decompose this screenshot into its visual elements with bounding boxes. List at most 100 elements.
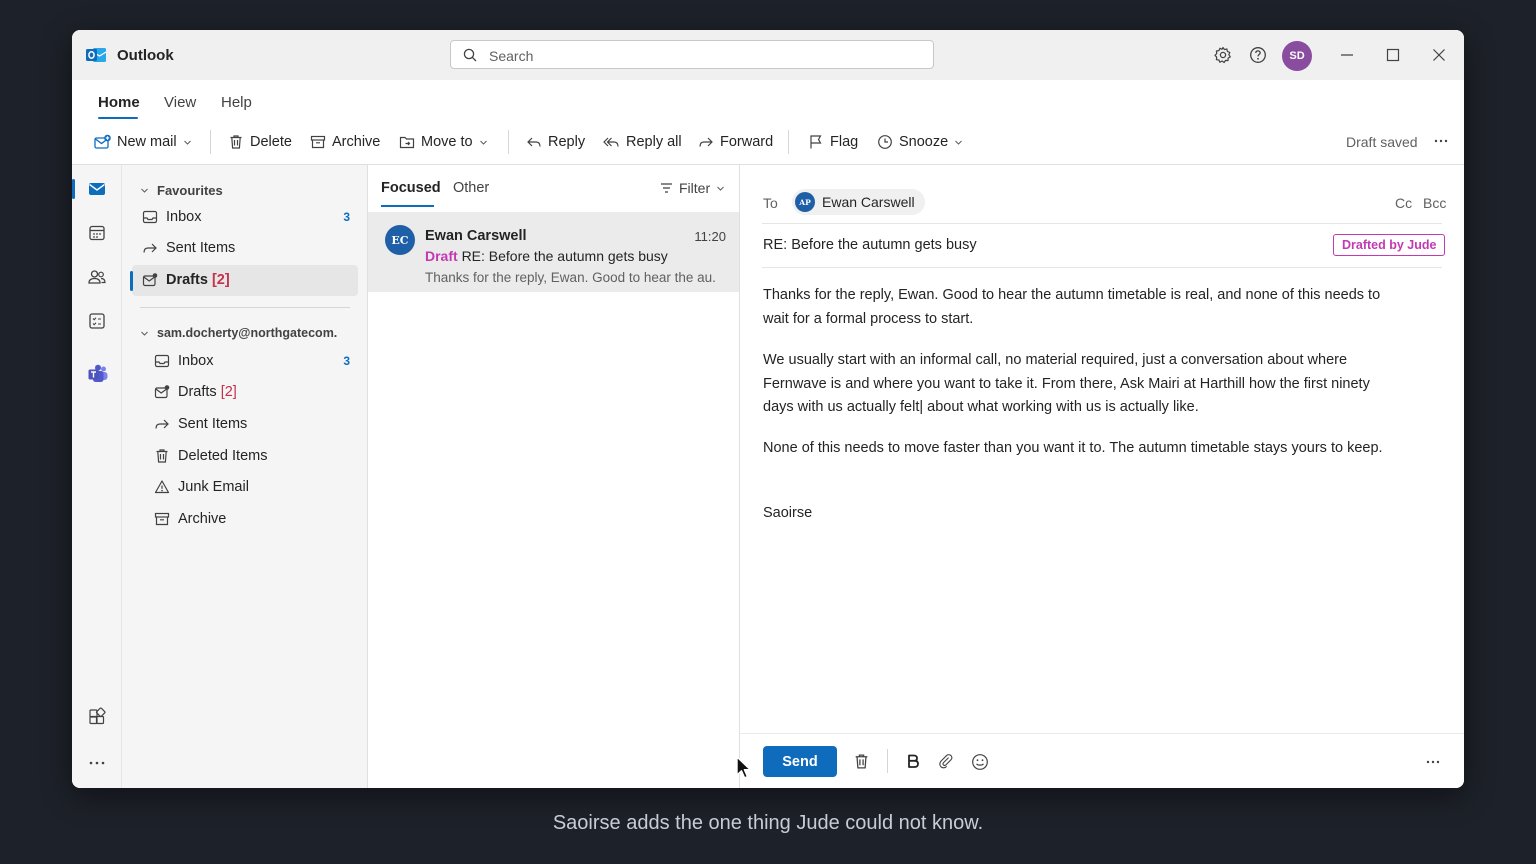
folder-label: Junk Email bbox=[178, 479, 249, 495]
search-input[interactable] bbox=[487, 45, 911, 67]
unread-count: 3 bbox=[343, 210, 350, 224]
reply-button[interactable]: Reply bbox=[526, 132, 585, 152]
draft-tag: Draft bbox=[425, 248, 458, 264]
tab-other[interactable]: Other bbox=[453, 180, 489, 196]
chevron-down-icon bbox=[141, 188, 148, 193]
mouse-pointer-icon bbox=[736, 756, 752, 780]
toolbar-divider bbox=[788, 130, 789, 154]
account-deleted-items[interactable]: Deleted Items bbox=[132, 441, 358, 472]
body-paragraph[interactable]: None of this needs to move faster than y… bbox=[763, 437, 1393, 461]
favourites-header[interactable]: Favourites bbox=[140, 183, 223, 198]
to-label[interactable]: To bbox=[763, 195, 778, 211]
body-signature[interactable]: Saoirse bbox=[763, 502, 1393, 526]
chevron-down-icon[interactable] bbox=[954, 138, 963, 147]
reply-all-label: Reply all bbox=[626, 134, 682, 150]
flag-icon bbox=[810, 135, 822, 149]
toolbar-divider bbox=[508, 130, 509, 154]
close-icon[interactable] bbox=[1430, 46, 1448, 64]
send-button[interactable]: Send bbox=[763, 746, 837, 777]
folder-label: Inbox bbox=[166, 209, 202, 225]
message-list-item[interactable]: EC Ewan Carswell 11:20 Draft RE: Before … bbox=[368, 212, 739, 292]
focused-tab-indicator bbox=[381, 205, 434, 207]
account-inbox[interactable]: Inbox 3 bbox=[132, 346, 358, 377]
move-to-button[interactable]: Move to bbox=[399, 132, 488, 152]
mail-icon[interactable] bbox=[87, 179, 107, 199]
message-time: 11:20 bbox=[694, 229, 726, 244]
filter-button[interactable]: Filter bbox=[660, 180, 725, 196]
tab-home[interactable]: Home bbox=[98, 94, 140, 111]
forward-button[interactable]: Forward bbox=[698, 132, 773, 152]
forward-icon bbox=[699, 137, 713, 147]
account-drafts[interactable]: Drafts [2] bbox=[132, 377, 358, 408]
folder-label: Sent Items bbox=[178, 416, 248, 432]
move-folder-icon bbox=[399, 136, 415, 149]
snooze-button[interactable]: Snooze bbox=[877, 132, 963, 152]
recipient-chip[interactable]: AP Ewan Carswell bbox=[792, 189, 925, 215]
folder-label: Drafts [2] bbox=[166, 272, 230, 288]
more-apps-icon[interactable] bbox=[87, 753, 107, 773]
discard-trash-icon[interactable] bbox=[853, 753, 870, 770]
folder-divider bbox=[140, 307, 350, 308]
people-icon[interactable] bbox=[87, 267, 107, 287]
chevron-down-icon bbox=[141, 331, 148, 336]
help-question-icon[interactable] bbox=[1249, 46, 1267, 64]
attach-paperclip-icon[interactable] bbox=[938, 753, 955, 770]
favourites-label: Favourites bbox=[157, 183, 223, 198]
outlook-logo-icon bbox=[86, 46, 106, 64]
sent-icon bbox=[154, 416, 170, 432]
ribbon-toolbar: New mail Delete Archive Move to Reply Re… bbox=[72, 122, 1464, 162]
search-box[interactable] bbox=[450, 40, 934, 69]
compose-toolbar-separator bbox=[887, 749, 888, 773]
search-icon bbox=[463, 48, 477, 62]
emoji-icon[interactable] bbox=[971, 753, 989, 771]
favourites-drafts[interactable]: Drafts [2] bbox=[130, 265, 358, 296]
body-paragraph[interactable]: We usually start with an informal call, … bbox=[763, 349, 1393, 420]
outlook-window: Outlook SD Home View Help bbox=[72, 30, 1464, 788]
drafts-icon bbox=[154, 384, 170, 400]
new-mail-icon bbox=[94, 134, 111, 149]
account-archive[interactable]: Archive bbox=[132, 504, 358, 535]
filter-label: Filter bbox=[679, 180, 711, 196]
new-mail-button[interactable]: New mail bbox=[94, 132, 192, 152]
bcc-button[interactable]: Bcc bbox=[1423, 195, 1446, 211]
flag-label: Flag bbox=[830, 134, 859, 150]
reply-all-button[interactable]: Reply all bbox=[603, 132, 682, 152]
bold-icon[interactable] bbox=[905, 753, 921, 770]
teams-icon[interactable] bbox=[87, 363, 108, 383]
compose-more-icon[interactable] bbox=[1426, 757, 1440, 767]
account-junk-email[interactable]: Junk Email bbox=[132, 472, 358, 503]
delete-button[interactable]: Delete bbox=[228, 132, 292, 152]
recipient-name: Ewan Carswell bbox=[822, 194, 915, 210]
account-sent-items[interactable]: Sent Items bbox=[132, 409, 358, 440]
user-avatar[interactable]: SD bbox=[1282, 41, 1312, 71]
drafts-label: Drafts bbox=[178, 384, 217, 400]
more-options-icon[interactable] bbox=[1434, 134, 1448, 148]
snooze-label: Snooze bbox=[899, 134, 949, 150]
subject-field[interactable]: RE: Before the autumn gets busy bbox=[763, 237, 977, 253]
tasks-icon[interactable] bbox=[87, 311, 107, 331]
tab-view[interactable]: View bbox=[164, 94, 196, 111]
delete-label: Delete bbox=[250, 134, 292, 150]
cc-button[interactable]: Cc bbox=[1395, 195, 1412, 211]
to-divider bbox=[762, 223, 1442, 224]
sender-avatar: EC bbox=[385, 225, 415, 255]
move-to-label: Move to bbox=[421, 134, 473, 150]
minimize-icon[interactable] bbox=[1338, 46, 1356, 64]
maximize-icon[interactable] bbox=[1384, 46, 1402, 64]
body-paragraph[interactable]: Thanks for the reply, Ewan. Good to hear… bbox=[763, 284, 1393, 331]
apps-icon[interactable] bbox=[87, 707, 107, 727]
account-header[interactable]: sam.docherty@northgatecom. bbox=[140, 326, 337, 340]
settings-gear-icon[interactable] bbox=[1214, 46, 1232, 64]
archive-button[interactable]: Archive bbox=[310, 132, 380, 152]
flag-button[interactable]: Flag bbox=[808, 132, 858, 152]
archive-icon bbox=[310, 135, 326, 149]
video-caption: Saoirse adds the one thing Jude could no… bbox=[552, 812, 984, 834]
chevron-down-icon[interactable] bbox=[183, 138, 192, 147]
chevron-down-icon[interactable] bbox=[479, 138, 488, 147]
inbox-icon bbox=[142, 209, 158, 225]
tab-help[interactable]: Help bbox=[221, 94, 252, 111]
tab-focused[interactable]: Focused bbox=[381, 180, 441, 196]
favourites-sent-items[interactable]: Sent Items bbox=[132, 233, 358, 264]
calendar-icon[interactable] bbox=[87, 223, 107, 243]
favourites-inbox[interactable]: Inbox 3 bbox=[132, 202, 358, 233]
